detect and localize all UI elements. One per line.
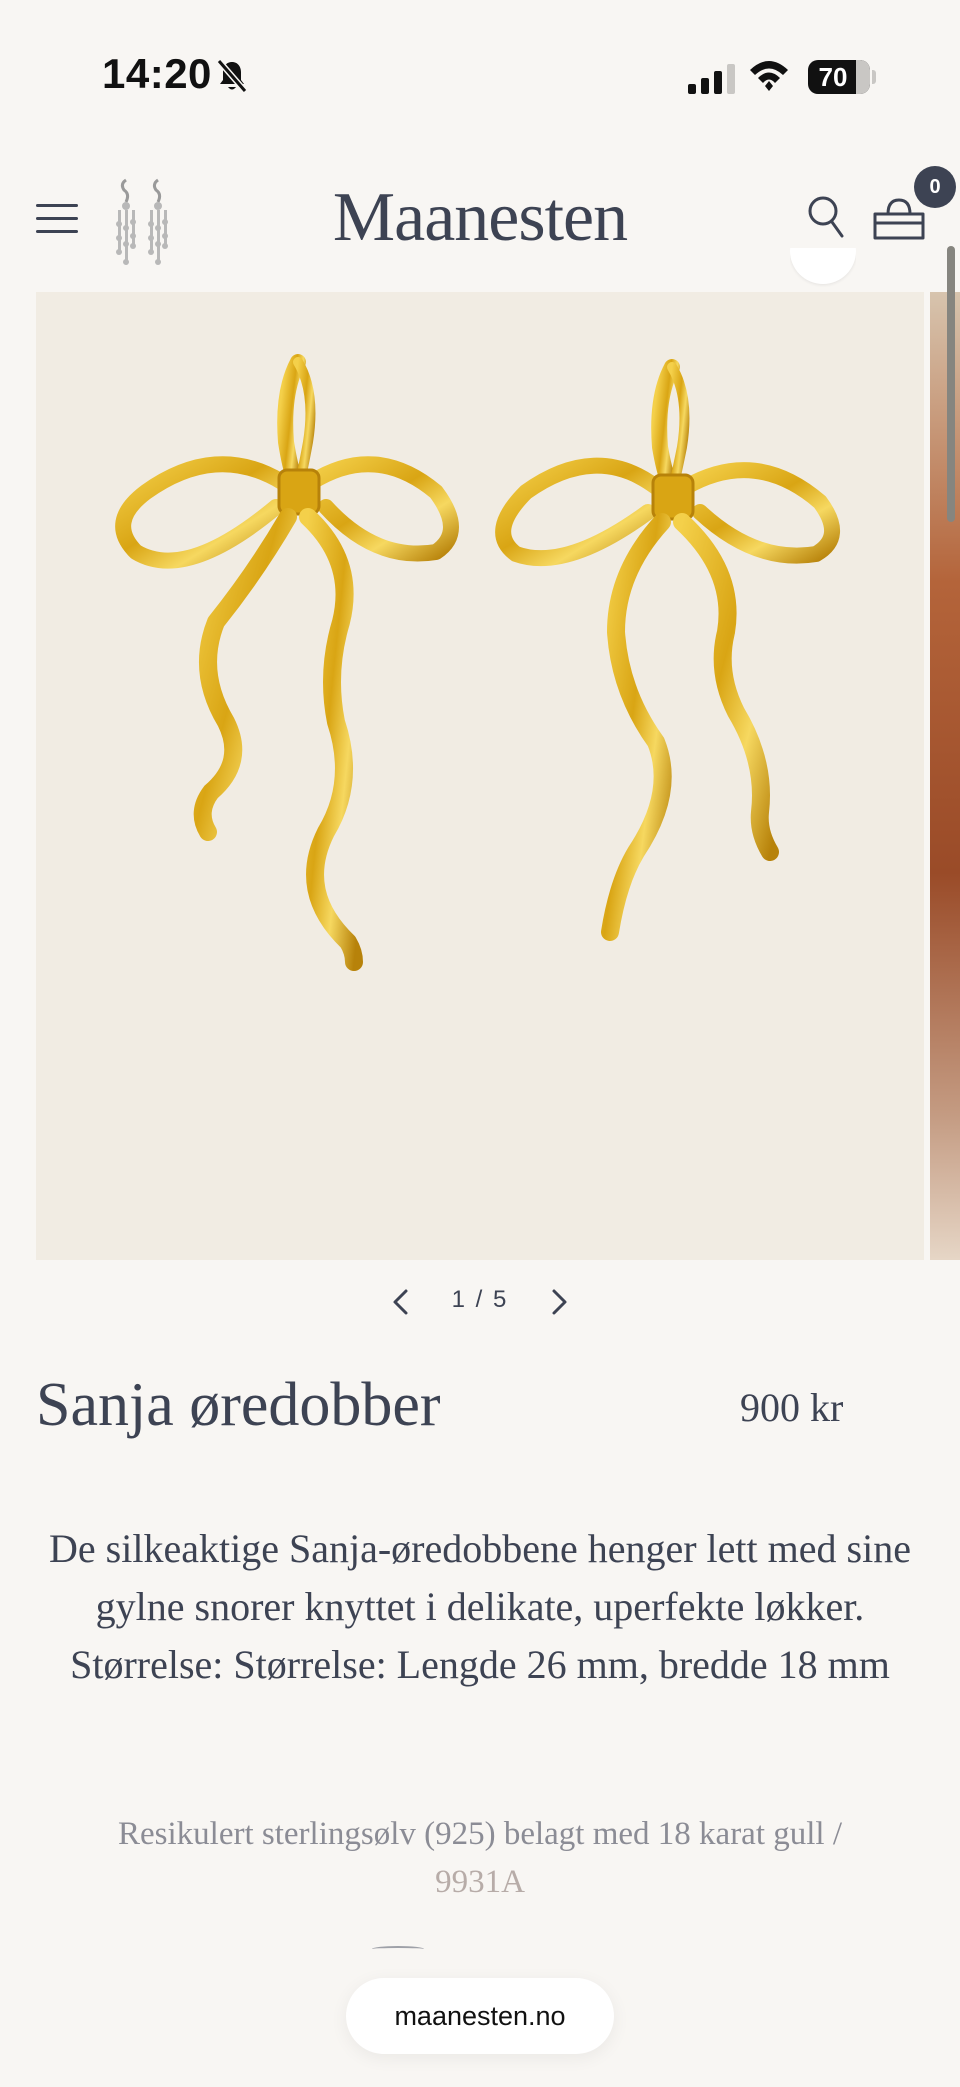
variant-swatch[interactable] bbox=[372, 1946, 424, 1952]
product-sku: 9931A bbox=[435, 1864, 525, 1900]
right-earring bbox=[495, 359, 841, 941]
product-image-gold-bow-earrings bbox=[115, 354, 841, 971]
battery-icon: 70 bbox=[808, 60, 870, 94]
zoom-button[interactable] bbox=[790, 248, 856, 292]
cart-count-badge[interactable]: 0 bbox=[914, 166, 956, 208]
product-price: 900 kr bbox=[740, 1385, 844, 1430]
product-title: Sanja øredobber bbox=[36, 1371, 441, 1439]
left-earring bbox=[115, 354, 459, 971]
battery-level: 70 bbox=[818, 62, 848, 92]
product-material: Resikulert sterlingsølv (925) belagt med… bbox=[40, 1810, 920, 1906]
product-material-text: Resikulert sterlingsølv (925) belagt med… bbox=[117, 1816, 843, 1852]
gallery-page-indicator: 1 / 5 bbox=[451, 1286, 509, 1313]
hamburger-menu-icon[interactable] bbox=[36, 204, 78, 243]
product-gallery[interactable] bbox=[36, 292, 924, 1260]
bell-muted-icon bbox=[216, 58, 248, 99]
shopping-bag-icon[interactable] bbox=[872, 196, 926, 247]
cellular-signal-icon bbox=[688, 64, 736, 99]
search-icon[interactable] bbox=[806, 194, 846, 245]
scroll-indicator[interactable] bbox=[947, 246, 955, 522]
chevron-right-icon[interactable] bbox=[550, 1288, 570, 1321]
product-description: De silkeaktige Sanja-øredobbene henger l… bbox=[49, 1526, 911, 1687]
site-logo[interactable]: Maanesten bbox=[200, 178, 760, 258]
status-bar: 14:20 70 bbox=[0, 0, 960, 120]
status-time: 14:20 bbox=[102, 50, 212, 97]
wifi-icon bbox=[748, 58, 790, 97]
battery-nub bbox=[872, 70, 876, 84]
gallery-pager: 1 / 5 bbox=[370, 1282, 590, 1322]
earring-thumbnail-icon[interactable] bbox=[112, 172, 184, 273]
chevron-left-icon[interactable] bbox=[390, 1288, 410, 1321]
browser-url-bar[interactable]: maanesten.no bbox=[346, 1978, 614, 2054]
next-gallery-image-peek[interactable] bbox=[930, 292, 960, 1260]
